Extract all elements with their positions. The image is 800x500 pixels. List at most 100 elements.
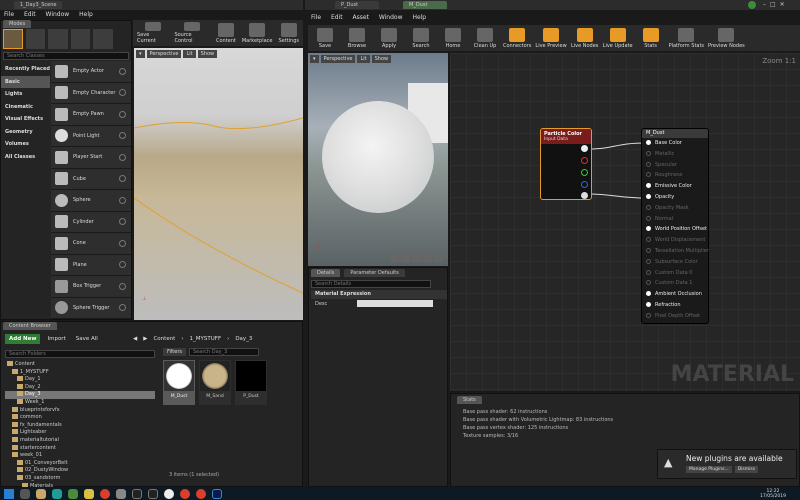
material-input-pin[interactable]: Normal	[642, 214, 708, 225]
material-input-pin[interactable]: Metallic	[642, 149, 708, 160]
platform-stats-button[interactable]: Platform Stats	[669, 27, 704, 49]
category-all-classes[interactable]: All Classes	[1, 151, 50, 164]
menu-edit[interactable]: Edit	[24, 11, 36, 18]
folder-tree-item[interactable]: materialtutorial	[5, 436, 155, 445]
level-viewport[interactable]: ▾ Perspective Lit Show ⊥	[134, 48, 303, 320]
place-item[interactable]: Empty Character	[51, 83, 131, 104]
chrome-icon[interactable]	[180, 488, 190, 499]
help-icon[interactable]	[119, 282, 126, 290]
help-icon[interactable]	[119, 261, 126, 269]
folder-tree-item[interactable]: Lightsaber	[5, 429, 155, 437]
menu-window[interactable]: Window	[379, 14, 403, 21]
place-item[interactable]: Box Trigger	[51, 276, 131, 298]
output-pin-white[interactable]	[581, 145, 588, 152]
left-title-tab[interactable]: 1_Day3_Scene	[14, 1, 63, 9]
place-item[interactable]: Sphere Trigger	[51, 298, 131, 319]
help-icon[interactable]	[119, 196, 126, 204]
cube-shape-icon[interactable]	[423, 253, 432, 262]
material-input-pin[interactable]: World Position Offset	[642, 224, 708, 235]
home-button[interactable]: Home	[439, 27, 467, 49]
folder-tree-item[interactable]: week_01	[5, 452, 155, 460]
output-pin-alpha[interactable]	[581, 192, 588, 199]
place-mode-icon[interactable]	[3, 29, 23, 49]
folder-tree-item[interactable]: 03_sandstorm	[5, 474, 155, 483]
breadcrumb-content[interactable]: Content	[153, 336, 175, 342]
chrome-icon[interactable]	[196, 488, 206, 499]
modes-tab[interactable]: Modes	[3, 20, 32, 28]
folder-tree-item[interactable]: 01_ConveyorBelt	[5, 459, 155, 468]
material-input-pin[interactable]: Opacity Mask	[642, 203, 708, 214]
help-icon[interactable]	[119, 239, 126, 247]
status-icon[interactable]	[748, 1, 756, 9]
app-icon[interactable]	[164, 488, 174, 499]
tab-m-dust[interactable]: M_Dust	[403, 1, 447, 9]
asset-tile-m-sand[interactable]: M_Sand	[199, 360, 231, 405]
output-pin-red[interactable]	[581, 157, 588, 164]
category-geometry[interactable]: Geometry	[1, 126, 50, 139]
material-input-pin[interactable]: Specular	[642, 160, 708, 171]
folder-tree-item[interactable]: Week_1	[5, 398, 155, 407]
place-item[interactable]: Cylinder	[51, 212, 131, 233]
maximize-icon[interactable]: □	[770, 1, 776, 8]
help-icon[interactable]	[119, 132, 126, 140]
category-recently-placed[interactable]: Recently Placed	[1, 63, 50, 76]
unreal-engine-icon[interactable]	[132, 488, 142, 499]
help-icon[interactable]	[119, 175, 126, 183]
folder-tree-item[interactable]: startercontent	[5, 444, 155, 453]
add-new-button[interactable]: Add New	[5, 334, 41, 344]
place-item[interactable]: Player Start	[51, 147, 131, 169]
menu-file[interactable]: File	[4, 11, 14, 18]
folder-tree-item[interactable]: Day_2	[5, 383, 155, 392]
material-input-pin[interactable]: Subsurface Color	[642, 257, 708, 268]
back-icon[interactable]: ◀	[133, 336, 137, 342]
stats-button[interactable]: Stats	[637, 27, 665, 49]
foliage-mode-icon[interactable]	[70, 29, 91, 49]
show-button[interactable]: Show	[371, 55, 392, 63]
geometry-mode-icon[interactable]	[93, 29, 113, 49]
menu-asset[interactable]: Asset	[353, 14, 369, 21]
filters-button[interactable]: Filters	[163, 348, 186, 356]
output-pin-green[interactable]	[581, 169, 588, 176]
app-icon[interactable]	[116, 488, 126, 499]
forward-icon[interactable]: ▶	[143, 336, 147, 342]
sphere-shape-icon[interactable]	[401, 253, 410, 262]
windows-start-icon[interactable]	[4, 488, 14, 499]
clean-up-button[interactable]: Clean Up	[471, 27, 499, 49]
folder-tree-item[interactable]: blueprintsforvfx	[5, 406, 155, 415]
chrome-icon[interactable]	[100, 488, 110, 499]
content-button[interactable]: Content	[216, 22, 236, 44]
help-icon[interactable]	[119, 110, 126, 118]
menu-window[interactable]: Window	[46, 11, 70, 18]
material-input-pin[interactable]: Roughness	[642, 170, 708, 181]
folder-tree-item[interactable]: 02_DustyWindow	[5, 467, 155, 475]
breadcrumb-mystuff[interactable]: 1_MYSTUFF	[190, 336, 222, 342]
apply-button[interactable]: Apply	[375, 27, 403, 49]
menu-file[interactable]: File	[311, 14, 321, 21]
particle-color-node[interactable]: Particle Color Input Data	[540, 128, 592, 200]
live-update-button[interactable]: Live Update	[603, 27, 633, 49]
tab-details[interactable]: Details	[311, 269, 341, 277]
photoshop-icon[interactable]	[212, 488, 222, 499]
app-icon[interactable]	[84, 488, 94, 499]
category-visual-effects[interactable]: Visual Effects	[1, 113, 50, 126]
folder-tree-item[interactable]: Content	[5, 361, 155, 369]
material-input-pin[interactable]: Base Color	[642, 138, 708, 149]
paint-mode-icon[interactable]	[25, 29, 46, 49]
folder-tree-item[interactable]: 1_MYSTUFF	[5, 368, 155, 377]
asset-tile-p-dust[interactable]: P_Dust	[235, 360, 267, 405]
cylinder-shape-icon[interactable]	[390, 253, 399, 262]
material-input-pin[interactable]: World Displacement	[642, 235, 708, 246]
manage-plugins-button[interactable]: Manage Plugins...	[686, 466, 732, 473]
search-details-input[interactable]: Search Details	[311, 280, 431, 288]
material-input-pin[interactable]: Ambient Occlusion	[642, 289, 708, 300]
settings-button[interactable]: Settings	[278, 22, 299, 44]
close-icon[interactable]: ✕	[780, 1, 785, 8]
folder-tree-item[interactable]: fx_fundamentals	[5, 421, 155, 430]
folder-tree-item[interactable]: Day_1	[5, 376, 155, 384]
material-input-pin[interactable]: Emissive Color	[642, 181, 708, 192]
material-expression-section[interactable]: Material Expression	[311, 290, 447, 299]
browse-button[interactable]: Browse	[343, 27, 371, 49]
app-icon[interactable]	[52, 488, 62, 499]
place-item[interactable]: Empty Actor	[51, 61, 131, 83]
place-item[interactable]: Cube	[51, 169, 131, 190]
